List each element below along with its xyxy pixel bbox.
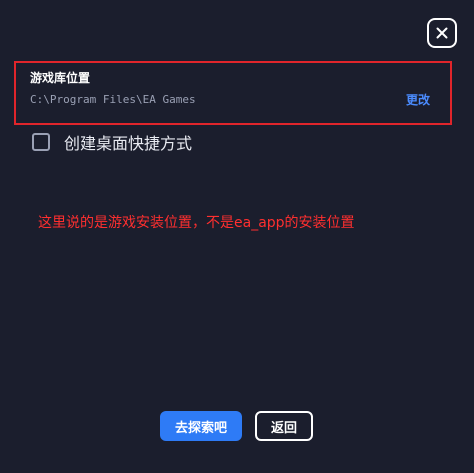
explore-button[interactable]: 去探索吧 [160, 411, 242, 441]
close-icon [436, 27, 448, 39]
desktop-shortcut-option[interactable]: 创建桌面快捷方式 [32, 130, 192, 154]
annotation-note: 这里说的是游戏安装位置，不是ea_app的安装位置 [38, 215, 355, 231]
desktop-shortcut-checkbox[interactable] [32, 133, 50, 151]
close-button[interactable] [427, 18, 457, 48]
change-location-link[interactable]: 更改 [406, 91, 430, 108]
game-library-path: C:\Program Files\EA Games [30, 93, 196, 106]
install-settings-dialog: 游戏库位置 C:\Program Files\EA Games 更改 创建桌面快… [0, 0, 474, 473]
game-library-title: 游戏库位置 [30, 71, 91, 85]
game-library-location-box: 游戏库位置 C:\Program Files\EA Games 更改 [14, 61, 452, 125]
desktop-shortcut-label: 创建桌面快捷方式 [64, 134, 193, 153]
back-button[interactable]: 返回 [255, 411, 313, 441]
